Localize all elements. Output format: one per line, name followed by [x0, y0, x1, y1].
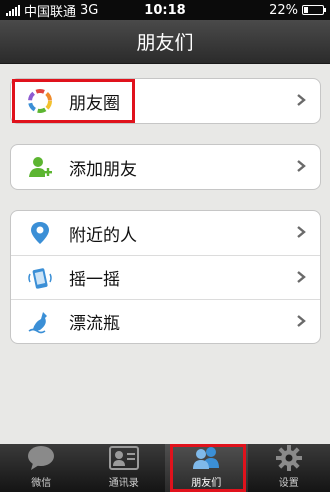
moments-row[interactable]: 朋友圈 [11, 79, 320, 123]
shake-row[interactable]: 摇一摇 [11, 255, 320, 299]
tab-chats[interactable]: 微信 [0, 444, 83, 492]
tab-friends-label: 朋友们 [191, 478, 222, 489]
tab-friends[interactable]: 朋友们 [165, 444, 248, 492]
battery-icon [302, 5, 326, 15]
discover-group: 附近的人 摇一摇 漂流瓶 [10, 210, 321, 344]
moments-label: 朋友圈 [69, 93, 120, 114]
add-friend-group: 添加朋友 [10, 144, 321, 190]
tab-settings-label: 设置 [278, 478, 299, 489]
moments-icon [27, 88, 53, 114]
chevron-right-icon [297, 271, 306, 283]
chevron-right-icon [297, 226, 306, 238]
gear-icon [274, 444, 304, 472]
chevron-right-icon [297, 160, 306, 172]
tab-chats-label: 微信 [31, 478, 52, 489]
shake-label: 摇一摇 [69, 270, 120, 290]
location-pin-icon [27, 220, 53, 246]
drift-bottle-row[interactable]: 漂流瓶 [11, 299, 320, 343]
nearby-people-label: 附近的人 [69, 225, 137, 246]
carrier-name: 中国联通 [24, 4, 77, 20]
battery-percent: 22% [269, 2, 298, 18]
chat-bubble-icon [26, 444, 56, 472]
add-friend-label: 添加朋友 [69, 159, 137, 180]
signal-strength-icon [6, 4, 20, 16]
tab-bar: 微信 通讯录 朋友们 设置 [0, 444, 330, 492]
clock: 10:18 [144, 2, 186, 18]
tab-contacts[interactable]: 通讯录 [83, 444, 166, 492]
chevron-right-icon [297, 94, 306, 106]
nearby-people-row[interactable]: 附近的人 [11, 211, 320, 255]
moments-group: 朋友圈 [10, 78, 321, 124]
add-friend-icon [27, 154, 53, 180]
page-title: 朋友们 [136, 32, 194, 54]
page-title-bar: 朋友们 [0, 20, 330, 64]
tab-contacts-label: 通讯录 [108, 478, 139, 489]
contacts-card-icon [108, 444, 139, 472]
network-type: 3G [80, 2, 99, 18]
add-friend-row[interactable]: 添加朋友 [11, 145, 320, 189]
status-bar: 中国联通 3G 10:18 22% [0, 0, 330, 20]
friends-icon [191, 444, 221, 472]
drift-bottle-icon [27, 309, 53, 335]
drift-bottle-label: 漂流瓶 [69, 314, 120, 334]
tab-settings[interactable]: 设置 [248, 444, 330, 492]
chevron-right-icon [297, 315, 306, 327]
shake-phone-icon [27, 265, 53, 291]
